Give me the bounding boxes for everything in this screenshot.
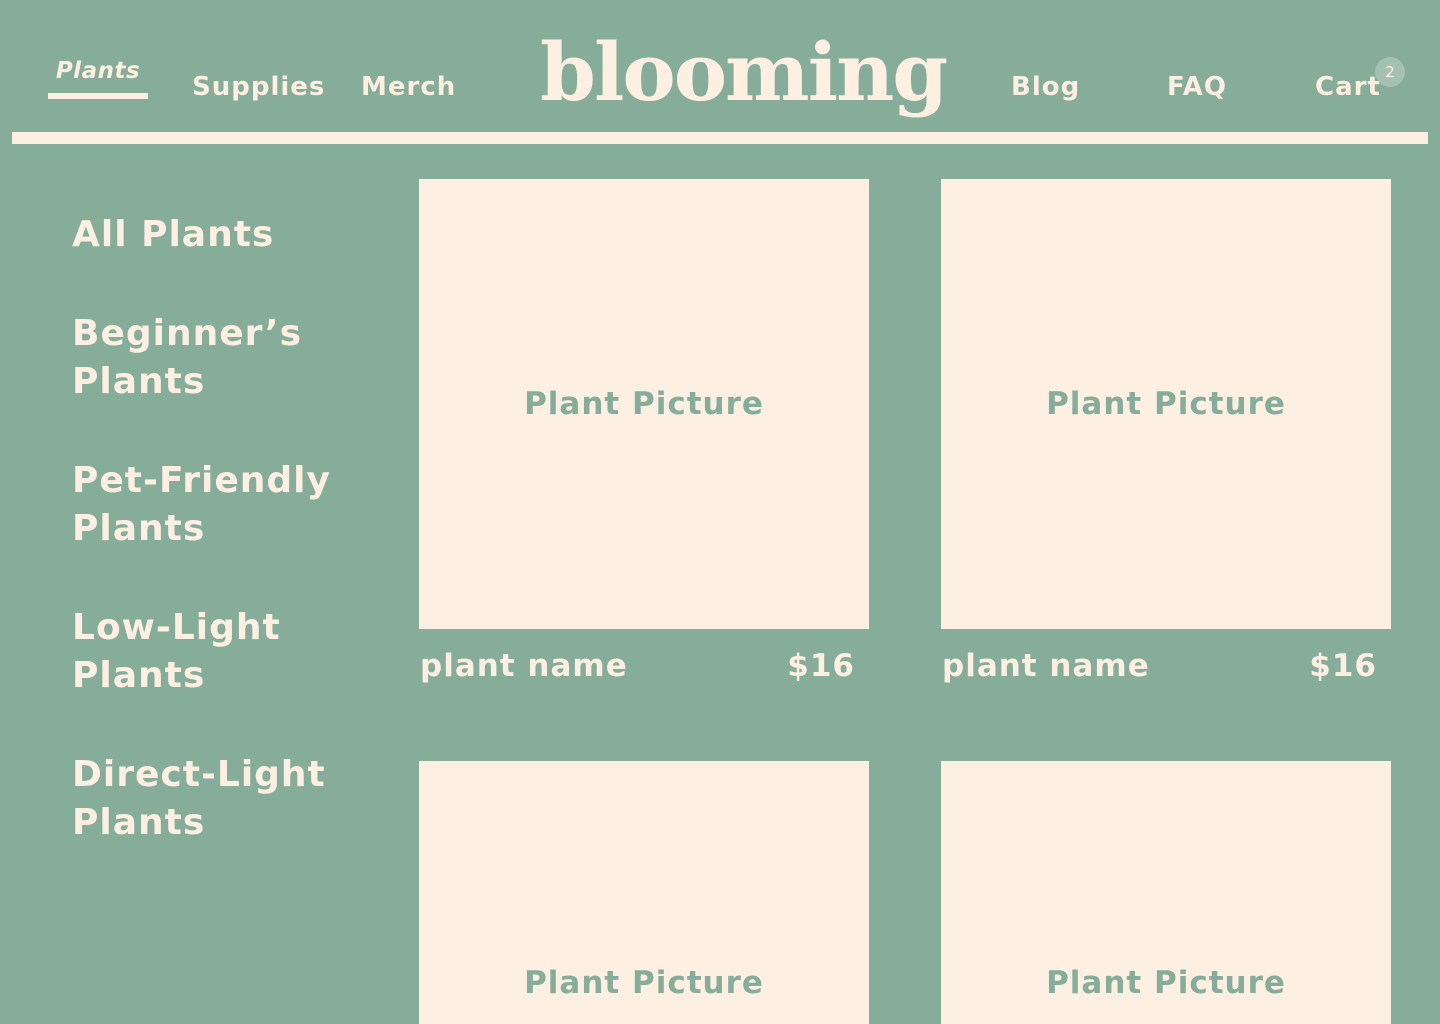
product-image-placeholder: Plant Picture — [524, 386, 764, 422]
sidebar-item-beginners-plants[interactable]: Beginner’s Plants — [72, 310, 372, 406]
product-image-placeholder: Plant Picture — [1046, 386, 1286, 422]
sidebar-item-pet-friendly-plants[interactable]: Pet-Friendly Plants — [72, 457, 372, 553]
product-name[interactable]: plant name — [420, 648, 628, 684]
product-price: $16 — [1309, 648, 1377, 684]
nav-merch-link[interactable]: Merch — [361, 72, 456, 102]
product-image-placeholder: Plant Picture — [1046, 965, 1286, 1001]
header-divider — [12, 132, 1428, 144]
product-image[interactable]: Plant Picture — [419, 761, 869, 1024]
product-name[interactable]: plant name — [942, 648, 1150, 684]
product-image[interactable]: Plant Picture — [941, 761, 1391, 1024]
sidebar-item-low-light-plants[interactable]: Low-Light Plants — [72, 604, 372, 700]
sidebar-item-all-plants[interactable]: All Plants — [72, 211, 372, 259]
nav-cart-link[interactable]: Cart — [1315, 72, 1381, 102]
sidebar-item-direct-light-plants[interactable]: Direct-Light Plants — [72, 751, 372, 847]
product-image[interactable]: Plant Picture — [941, 179, 1391, 629]
nav-faq-link[interactable]: FAQ — [1167, 72, 1227, 102]
site-logo[interactable]: blooming — [540, 22, 948, 122]
product-image-placeholder: Plant Picture — [524, 965, 764, 1001]
nav-supplies-link[interactable]: Supplies — [192, 72, 325, 102]
active-nav-underline — [48, 93, 148, 99]
nav-plants-link[interactable]: Plants — [48, 58, 148, 84]
product-price: $16 — [787, 648, 855, 684]
cart-count-badge: 2 — [1375, 57, 1405, 87]
product-image[interactable]: Plant Picture — [419, 179, 869, 629]
nav-blog-link[interactable]: Blog — [1011, 72, 1080, 102]
